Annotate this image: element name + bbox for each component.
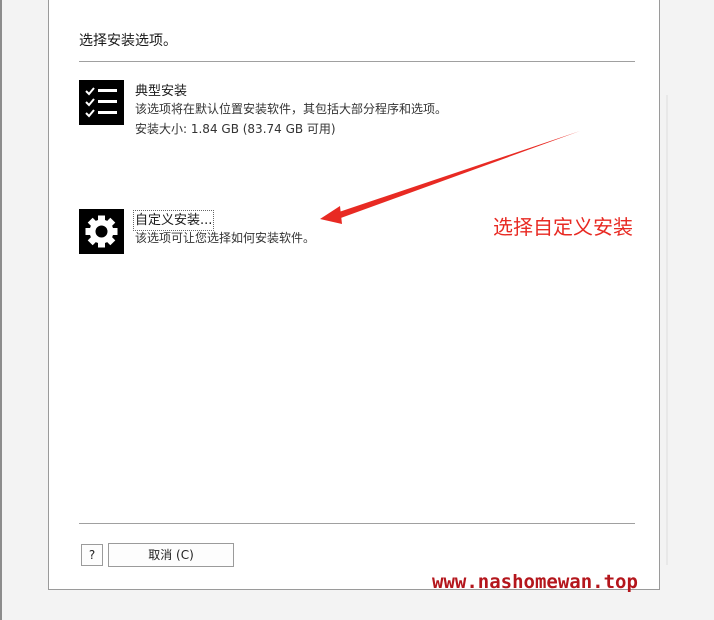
installer-dialog: 选择安装选项。 典型安装 该选项将在默认位置安装软件，其包括大部分程序和选项。 … (48, 0, 660, 590)
cancel-button[interactable]: 取消 (C) (108, 543, 234, 567)
watermark: www.nashomewan.top (432, 571, 638, 593)
top-divider (79, 61, 635, 62)
annotation-label: 选择自定义安装 (493, 215, 633, 239)
option-typical-install[interactable]: 典型安装 该选项将在默认位置安装软件，其包括大部分程序和选项。 安装大小: 1.… (79, 80, 619, 136)
option-custom-title: 自定义安装... (132, 210, 215, 231)
bottom-divider (79, 523, 635, 524)
page-title: 选择安装选项。 (79, 33, 177, 49)
help-button[interactable]: ? (81, 544, 103, 566)
scroll-track (666, 95, 668, 565)
option-typical-description: 该选项将在默认位置安装软件，其包括大部分程序和选项。 (135, 102, 448, 116)
gear-icon (79, 209, 124, 254)
option-custom-description: 该选项可让您选择如何安装软件。 (135, 231, 316, 245)
option-typical-title: 典型安装 (135, 84, 188, 99)
checklist-icon (79, 80, 124, 125)
option-typical-size: 安装大小: 1.84 GB (83.74 GB 可用) (135, 122, 336, 136)
window-edge-left (0, 0, 2, 620)
